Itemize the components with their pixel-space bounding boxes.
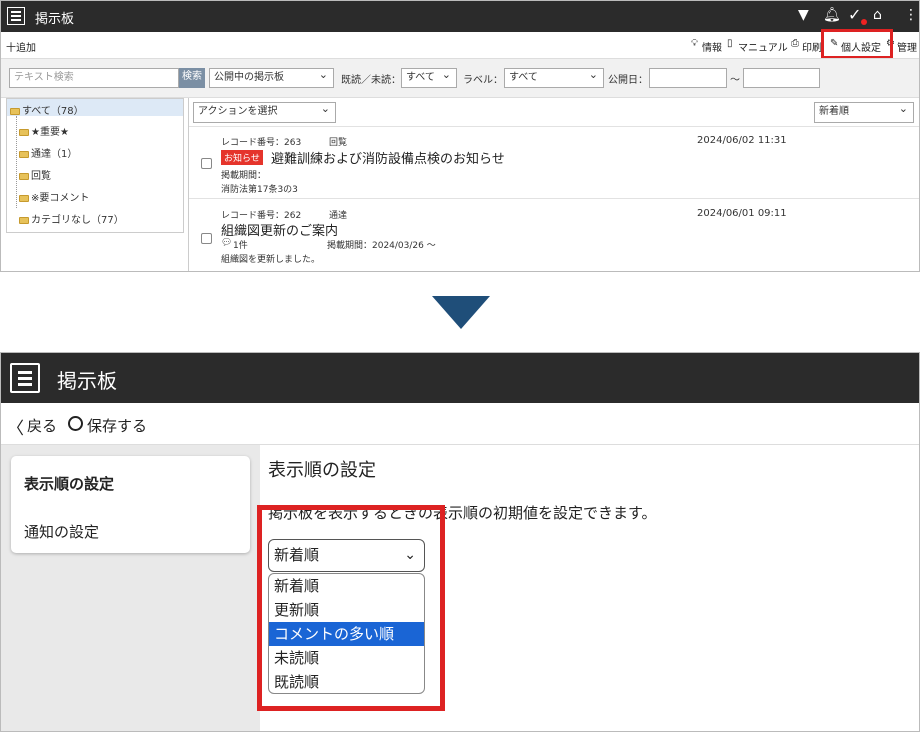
folder-icon <box>19 129 29 136</box>
sidebar-item-label: 通達（1） <box>31 149 78 160</box>
search-button[interactable]: 検索 <box>179 68 205 88</box>
home-icon[interactable]: ⌂ <box>873 7 882 23</box>
record-title[interactable]: 避難訓練および消防設備点検のお知らせ <box>271 148 505 167</box>
screenshot-after: 掲示板 〈 戻る 保存する 表示順の設定 通知の設定 表示順の設定 掲示板を表示… <box>0 352 920 732</box>
book-icon: ▯ <box>727 38 733 49</box>
date-range-tilde: ～ <box>730 75 740 86</box>
date-from-input[interactable] <box>649 68 727 88</box>
nav-item-notifications[interactable]: 通知の設定 <box>24 521 99 542</box>
toolbar: 十追加 💡︎ 情報 ▯ マニュアル ⎙ 印刷 ✎ 個人設定 ⚙ 管理 <box>1 32 919 58</box>
record-number: レコード番号：263 <box>221 138 302 148</box>
beginner-mark-icon[interactable]: ▼ <box>798 7 809 23</box>
app-header: 掲示板 ▼ 🔔︎ ✓ ⌂ ⋮ <box>1 1 919 32</box>
row-checkbox[interactable] <box>201 158 212 169</box>
hamburger-menu-icon[interactable] <box>10 363 40 393</box>
sidebar-item-uncategorized[interactable]: カテゴリなし（77） <box>19 211 124 226</box>
sidebar-item-comment-required[interactable]: ※要コメント <box>19 189 89 204</box>
print-link[interactable]: 印刷 <box>802 39 822 54</box>
highlight-sort-dropdown <box>257 505 445 711</box>
record-datetime: 2024/06/01 09:11 <box>697 208 787 219</box>
search-input[interactable]: テキスト検索 <box>9 68 179 88</box>
read-select[interactable]: すべて <box>401 66 457 88</box>
down-arrow-icon <box>432 296 490 329</box>
folder-icon <box>19 217 29 224</box>
main-list: アクションを選択 新着順 レコード番号：263 回覧 お知らせ 避難訓練および消… <box>188 98 919 271</box>
sidebar-item-label: すべて（78） <box>22 106 84 117</box>
comment-icon: 💬︎ <box>221 238 233 248</box>
info-link[interactable]: 情報 <box>702 39 722 54</box>
nav-item-sort-order[interactable]: 表示順の設定 <box>24 473 114 494</box>
record-datetime: 2024/06/02 11:31 <box>697 135 787 146</box>
sidebar-item-circular[interactable]: 回覧 <box>19 167 51 182</box>
highlight-personal-settings <box>821 29 893 59</box>
manage-link[interactable]: 管理 <box>897 39 917 54</box>
record-excerpt: 組織図を更新しました。 <box>221 255 321 265</box>
bell-icon[interactable]: 🔔︎ <box>823 7 841 23</box>
print-icon: ⎙ <box>791 38 799 49</box>
back-button[interactable]: 戻る <box>27 415 57 436</box>
folder-open-icon <box>10 108 20 115</box>
read-filter-label: 既読／未読： <box>341 75 401 86</box>
list-item[interactable]: レコード番号：263 回覧 お知らせ 避難訓練および消防設備点検のお知らせ 掲載… <box>189 126 919 199</box>
date-filter-label: 公開日： <box>608 75 648 86</box>
record-excerpt: 消防法第17条3の3 <box>221 185 298 195</box>
folder-icon <box>19 151 29 158</box>
date-to-input[interactable] <box>743 68 820 88</box>
app-title: 掲示板 <box>57 369 117 393</box>
toolbar: 〈 戻る 保存する <box>1 403 919 445</box>
sidebar-item-all[interactable]: すべて（78） <box>7 99 183 117</box>
record-period: 掲載期間： <box>221 171 267 181</box>
record-title[interactable]: 組織図更新のご案内 <box>221 220 338 239</box>
comment-count: 1件 <box>233 241 248 251</box>
folder-icon <box>19 173 29 180</box>
filter-bar: テキスト検索 検索 公開中の掲示板 既読／未読： すべて ラベル： すべて 公開… <box>1 58 919 98</box>
sidebar-item-notice[interactable]: 通達（1） <box>19 145 77 160</box>
folder-icon <box>19 195 29 202</box>
action-select[interactable]: アクションを選択 <box>193 100 336 123</box>
more-vert-icon[interactable]: ⋮ <box>904 7 918 23</box>
notification-dot <box>861 19 867 25</box>
record-period: 掲載期間：2024/03/26 ～ <box>327 241 436 251</box>
sidebar-item-label: カテゴリなし（77） <box>31 215 124 226</box>
app-header: 掲示板 <box>1 353 919 403</box>
hamburger-menu-icon[interactable] <box>7 7 25 25</box>
save-button[interactable]: 保存する <box>87 415 147 436</box>
add-button[interactable]: 十追加 <box>6 39 36 54</box>
info-icon: 💡︎ <box>691 38 698 49</box>
label-filter-label: ラベル： <box>463 75 503 86</box>
category-sidebar: すべて（78） ★重要★ 通達（1） 回覧 ※要コメント カテゴリなし（77） <box>6 98 184 233</box>
sidebar-item-label: ★重要★ <box>31 127 69 138</box>
tree-line <box>16 116 17 208</box>
board-select[interactable]: 公開中の掲示板 <box>209 66 334 88</box>
app-title: 掲示板 <box>35 12 75 27</box>
sidebar-item-label: ※要コメント <box>31 193 90 204</box>
sort-select[interactable]: 新着順 <box>814 100 914 123</box>
settings-nav: 表示順の設定 通知の設定 <box>11 456 250 553</box>
list-item[interactable]: レコード番号：262 通達 組織図更新のご案内 💬︎ 1件 掲載期間：2024/… <box>189 200 919 271</box>
sidebar-item-important[interactable]: ★重要★ <box>19 123 69 138</box>
label-select[interactable]: すべて <box>504 66 604 88</box>
record-category: 回覧 <box>329 138 348 148</box>
screenshot-before: 掲示板 ▼ 🔔︎ ✓ ⌂ ⋮ 十追加 💡︎ 情報 ▯ マニュアル ⎙ 印刷 ✎ … <box>0 0 920 272</box>
manual-link[interactable]: マニュアル <box>738 39 788 54</box>
row-checkbox[interactable] <box>201 233 212 244</box>
chevron-left-icon[interactable]: 〈 <box>7 414 24 439</box>
section-heading: 表示順の設定 <box>268 460 376 481</box>
notice-badge: お知らせ <box>221 150 263 165</box>
sidebar-item-label: 回覧 <box>31 171 51 182</box>
check-icon[interactable]: ✓ <box>848 5 861 24</box>
circle-icon <box>68 416 83 431</box>
